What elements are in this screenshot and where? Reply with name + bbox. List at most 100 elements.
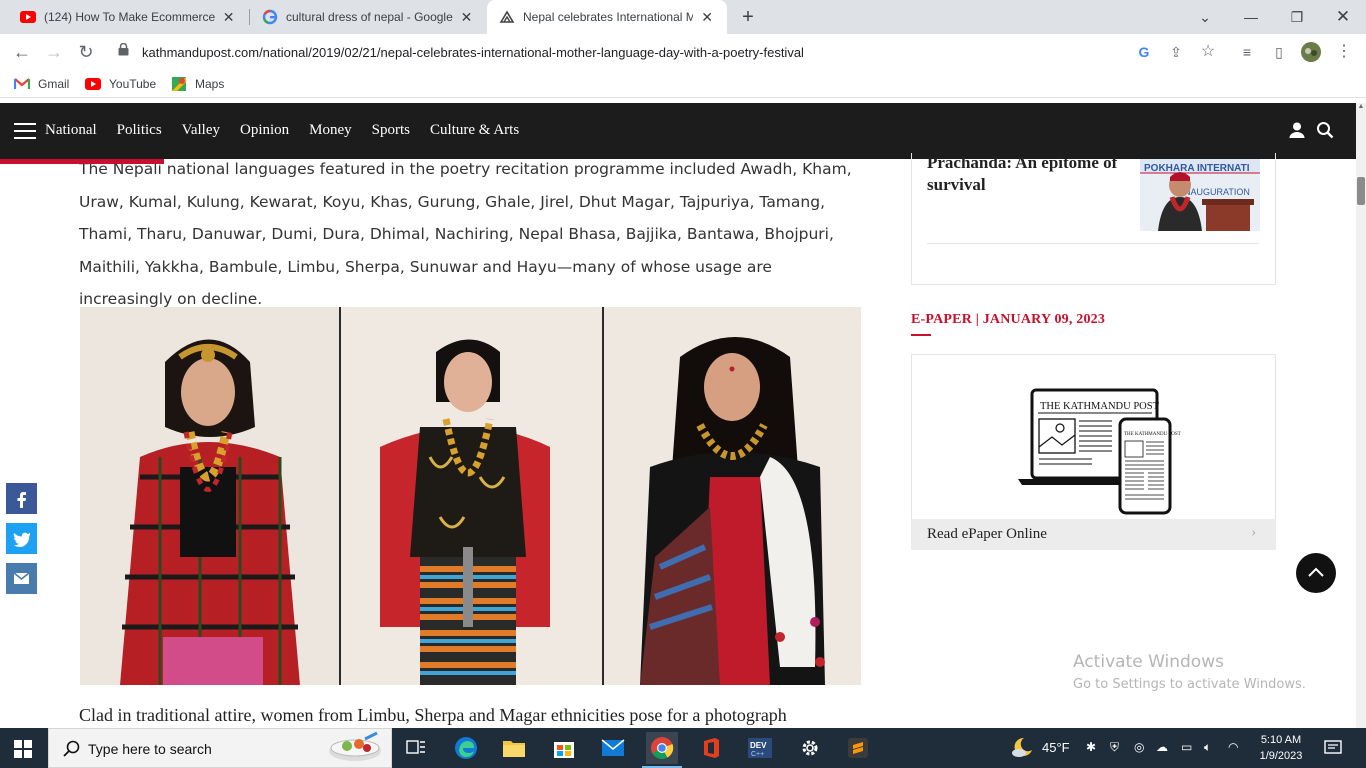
sidebar-story-thumbnail[interactable]: POKHARA INTERNATI NAUGURATION [1140, 159, 1260, 231]
tab-label: Nepal celebrates International M [523, 10, 694, 24]
epaper-masthead: THE KATHMANDU POST [1040, 401, 1160, 412]
weather-icon[interactable] [1010, 736, 1034, 761]
bookmark-label: Maps [195, 77, 225, 91]
bookmarks-bar: Gmail YouTube Maps [0, 70, 1366, 98]
chrome-icon[interactable] [646, 732, 678, 764]
notification-center-icon[interactable] [1324, 740, 1342, 759]
photo-caption: Clad in traditional attire, women from L… [79, 705, 787, 725]
nav-link-national[interactable]: National [45, 122, 97, 139]
tab-kathmandu-post[interactable]: Nepal celebrates International M ✕ [487, 0, 727, 34]
hamburger-menu-icon[interactable] [14, 123, 36, 139]
search-icon [63, 740, 81, 758]
url-text[interactable]: kathmandupost.com/national/2019/02/21/ne… [142, 45, 804, 60]
office-icon[interactable] [695, 732, 727, 764]
epaper-device-illustration: THE KATHMANDU POST THE KATHMANDU POST [1018, 388, 1181, 515]
nav-link-opinion[interactable]: Opinion [240, 122, 289, 139]
weather-temperature[interactable]: 45°F [1042, 740, 1070, 755]
bluetooth-icon[interactable]: ✱ [1086, 740, 1096, 754]
nav-link-sports[interactable]: Sports [372, 122, 410, 139]
volume-icon[interactable]: 🔈︎ [1204, 740, 1211, 755]
read-epaper-label[interactable]: Read ePaper Online [927, 526, 1047, 543]
nav-link-politics[interactable]: Politics [117, 122, 162, 139]
meet-now-icon[interactable]: ◎ [1134, 740, 1144, 754]
thumb-banner-text-2: NAUGURATION [1184, 187, 1250, 197]
facebook-share-button[interactable] [6, 483, 37, 514]
gmail-icon [14, 77, 30, 91]
file-explorer-icon[interactable] [498, 732, 530, 764]
svg-text:C++: C++ [751, 751, 764, 758]
sidebar-story-title[interactable]: Prachanda: An epitome of survival [927, 152, 1127, 196]
lock-icon[interactable] [118, 42, 132, 61]
activate-windows-subtitle: Go to Settings to activate Windows. [1073, 677, 1306, 692]
reload-icon[interactable]: ↻ [74, 40, 98, 64]
settings-gear-icon[interactable] [794, 732, 826, 764]
article-paragraph-text: The Nepali national languages featured i… [79, 160, 852, 308]
clock-time: 5:10 AM [1260, 734, 1302, 746]
close-window-icon[interactable]: ✕ [1320, 0, 1366, 34]
search-highlight-icon [329, 731, 381, 761]
back-arrow-icon[interactable]: ← [10, 40, 34, 64]
taskbar-search-box[interactable]: Type here to search [48, 728, 392, 768]
close-icon[interactable]: ✕ [459, 9, 474, 25]
email-share-button[interactable] [6, 563, 37, 594]
browser-tab-strip: (124) How To Make Ecommerce W ✕ cultural… [0, 0, 1366, 34]
bookmark-gmail[interactable]: Gmail [14, 76, 69, 92]
web-page: The Nepali national languages featured i… [0, 103, 1356, 728]
bookmark-youtube[interactable]: YouTube [85, 76, 156, 92]
dev-cpp-icon[interactable]: DEV C++ [744, 732, 776, 764]
media-list-icon[interactable]: ≡ [1237, 42, 1257, 62]
sublime-text-icon[interactable] [842, 732, 874, 764]
edge-browser-icon[interactable] [450, 732, 482, 764]
more-menu-icon[interactable]: ⋮ [1334, 42, 1354, 62]
battery-icon[interactable]: ▭ [1181, 740, 1192, 754]
scrollbar-thumb[interactable] [1357, 177, 1365, 205]
read-epaper-link[interactable]: Read ePaper Online › [911, 519, 1276, 550]
scroll-up-icon[interactable]: ▲ [1356, 103, 1366, 115]
address-bar[interactable]: kathmandupost.com/national/2019/02/21/ne… [108, 37, 1228, 67]
browser-toolbar: ← → ↻ kathmandupost.com/national/2019/02… [0, 34, 1366, 70]
tab-label: cultural dress of nepal - Google S [286, 10, 453, 24]
share-icon[interactable]: ⇪ [1166, 42, 1186, 62]
taskbar-search-placeholder: Type here to search [88, 741, 212, 757]
microsoft-store-icon[interactable] [548, 732, 580, 764]
onedrive-cloud-icon[interactable]: ☁ [1156, 740, 1168, 754]
wifi-icon[interactable]: ◠ [1228, 740, 1238, 754]
nav-link-valley[interactable]: Valley [182, 122, 220, 139]
google-translate-icon[interactable]: G [1134, 42, 1154, 62]
security-shield-icon[interactable]: ⛨ [1110, 740, 1119, 755]
windows-start-icon[interactable] [14, 740, 32, 758]
article-photo[interactable] [80, 307, 861, 685]
mail-icon[interactable] [597, 732, 629, 764]
nav-link-money[interactable]: Money [309, 122, 352, 139]
search-icon[interactable] [1316, 121, 1336, 141]
tab-youtube[interactable]: (124) How To Make Ecommerce W ✕ [8, 0, 248, 34]
google-icon [262, 9, 278, 25]
close-icon[interactable]: ✕ [699, 9, 715, 25]
scroll-to-top-button[interactable] [1296, 553, 1336, 593]
chevron-right-icon: › [1251, 525, 1256, 540]
side-panel-icon[interactable]: ▯ [1269, 42, 1289, 62]
forward-arrow-icon[interactable]: → [42, 40, 66, 64]
clock-date: 1/9/2023 [1259, 750, 1303, 762]
new-tab-button[interactable]: + [737, 6, 759, 28]
bookmark-star-icon[interactable]: ☆ [1198, 42, 1218, 62]
user-icon[interactable] [1288, 121, 1308, 141]
tab-google-search[interactable]: cultural dress of nepal - Google S ✕ [250, 0, 486, 34]
svg-text:THE KATHMANDU POST: THE KATHMANDU POST [1124, 432, 1181, 437]
profile-avatar-icon[interactable] [1301, 42, 1321, 62]
nav-progress-bar [0, 159, 164, 164]
divider [927, 243, 1259, 244]
bookmark-maps[interactable]: Maps [171, 76, 224, 92]
kathmandu-post-icon [499, 9, 515, 25]
restore-icon[interactable]: ❐ [1274, 0, 1320, 34]
task-view-icon[interactable] [400, 732, 432, 764]
site-nav-links: National Politics Valley Opinion Money S… [45, 122, 539, 139]
tab-search-chevron-icon[interactable]: ⌄ [1182, 0, 1228, 34]
twitter-share-button[interactable] [6, 523, 37, 554]
nav-link-culture-arts[interactable]: Culture & Arts [430, 122, 519, 139]
taskbar-clock[interactable]: 5:10 AM 1/9/2023 [1254, 732, 1308, 764]
activate-windows-title: Activate Windows [1073, 652, 1224, 672]
heading-underline [911, 334, 931, 336]
minimize-icon[interactable]: — [1228, 0, 1274, 34]
close-icon[interactable]: ✕ [221, 9, 236, 25]
